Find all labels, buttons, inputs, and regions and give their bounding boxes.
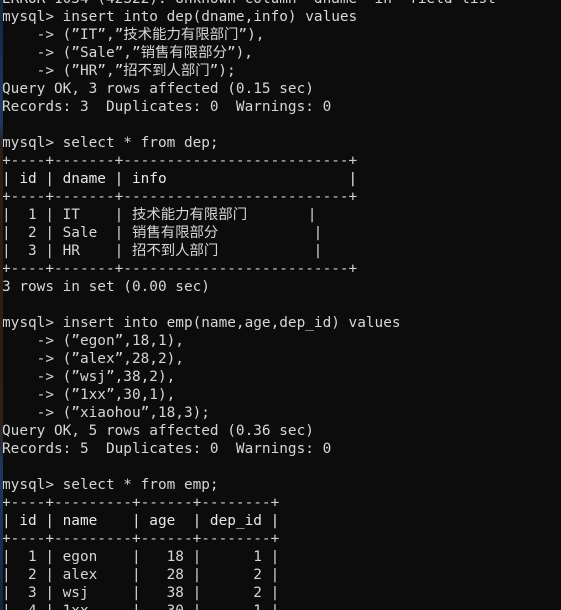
mysql-terminal-window[interactable]: ERROR 1054 (42S22): Unknown column ’dnam… bbox=[0, 0, 561, 610]
terminal-line: -> (”1xx”,30,1), bbox=[2, 387, 176, 403]
terminal-line: -> (”alex”,28,2), bbox=[2, 351, 184, 367]
terminal-line: Records: 5 Duplicates: 0 Warnings: 0 bbox=[2, 441, 332, 457]
table-row: | 4 | 1xx | 30 | 1 | bbox=[0, 602, 561, 610]
table-header-row: | id | dname | info | bbox=[2, 171, 358, 187]
terminal-line: -> (”IT”,”技术能力有限部门”), bbox=[2, 27, 265, 43]
terminal-line: Query OK, 3 rows affected (0.15 sec) bbox=[2, 81, 314, 97]
terminal-line: mysql> select * from dep; bbox=[2, 135, 219, 151]
window-left-edge-accent bbox=[0, 0, 3, 610]
table-border-line: +----+-------+--------------------------… bbox=[2, 189, 358, 205]
terminal-line: -> (”Sale”,”销售有限部分”), bbox=[2, 45, 253, 61]
terminal-line: Query OK, 5 rows affected (0.36 sec) bbox=[2, 423, 314, 439]
terminal-output-area[interactable]: ERROR 1054 (42S22): Unknown column ’dnam… bbox=[0, 0, 561, 610]
table-border-line: +----+---------+------+--------+ bbox=[2, 495, 280, 511]
terminal-line: Records: 3 Duplicates: 0 Warnings: 0 bbox=[2, 99, 332, 115]
table-row: | 3 | HR | 招不到人部门 | bbox=[2, 243, 323, 259]
terminal-line: ERROR 1054 (42S22): Unknown column ’dnam… bbox=[0, 0, 561, 8]
terminal-line: -> (”egon”,18,1), bbox=[2, 333, 184, 349]
table-border-line: +----+-------+--------------------------… bbox=[2, 153, 358, 169]
terminal-line: -> (”wsj”,38,2), bbox=[2, 369, 176, 385]
result-footer: 3 rows in set (0.00 sec) bbox=[2, 279, 210, 295]
table-row: | 1 | egon | 18 | 1 | bbox=[2, 549, 280, 565]
terminal-line: -> (”xiaohou”,18,3); bbox=[2, 405, 210, 421]
table-header-row: | id | name | age | dep_id | bbox=[2, 513, 280, 529]
table-row: | 1 | IT | 技术能力有限部门 | bbox=[2, 207, 317, 223]
terminal-line: mysql> insert into emp(name,age,dep_id) … bbox=[2, 315, 401, 331]
table-border-line: +----+---------+------+--------+ bbox=[2, 531, 280, 547]
terminal-line: mysql> insert into dep(dname,info) value… bbox=[2, 9, 358, 25]
table-row: | 3 | wsj | 38 | 2 | bbox=[2, 585, 280, 601]
table-border-line: +----+-------+--------------------------… bbox=[2, 261, 358, 277]
terminal-line: -> (”HR”,”招不到人部门”); bbox=[2, 63, 236, 79]
table-row: | 2 | alex | 28 | 2 | bbox=[2, 567, 280, 583]
terminal-line: mysql> select * from emp; bbox=[2, 477, 219, 493]
table-row: | 2 | Sale | 销售有限部分 | bbox=[2, 225, 323, 241]
